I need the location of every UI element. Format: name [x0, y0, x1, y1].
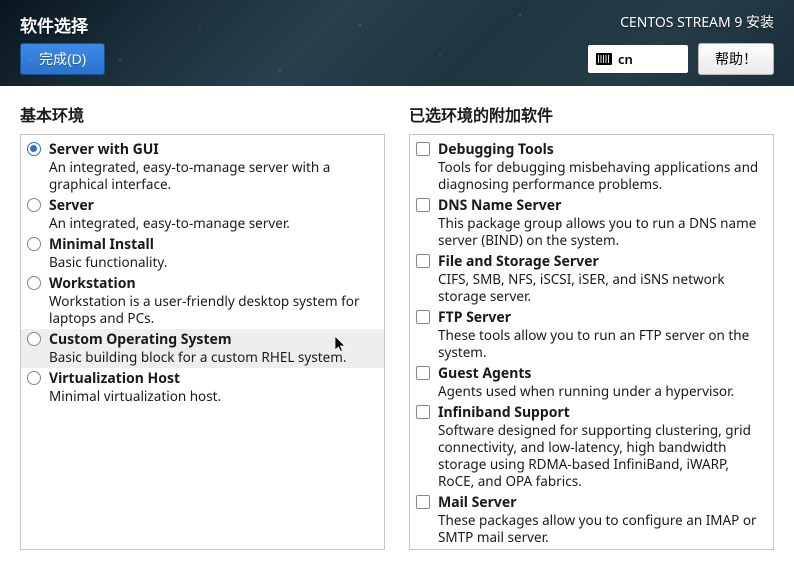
addon-option-debugging[interactable]: Debugging ToolsTools for debugging misbe… — [410, 139, 773, 195]
keyboard-layout-code: cn — [618, 50, 633, 68]
env-desc: Basic functionality. — [49, 254, 376, 271]
done-button[interactable]: 完成(D) — [20, 43, 105, 75]
env-option-minimal[interactable]: Minimal InstallBasic functionality. — [21, 234, 384, 273]
addon-title: File and Storage Server — [438, 253, 765, 271]
radio-server[interactable] — [27, 198, 41, 212]
env-option-server[interactable]: ServerAn integrated, easy-to-manage serv… — [21, 195, 384, 234]
page-title: 软件选择 — [20, 12, 88, 37]
env-option-server-gui[interactable]: Server with GUIAn integrated, easy-to-ma… — [21, 139, 384, 195]
env-title: Custom Operating System — [49, 331, 376, 349]
env-title: Workstation — [49, 275, 376, 293]
env-title: Minimal Install — [49, 236, 376, 254]
addon-option-dns[interactable]: DNS Name ServerThis package group allows… — [410, 195, 773, 251]
addons-title: 已选环境的附加软件 — [409, 102, 774, 126]
addon-desc: This package group allows you to run a D… — [438, 215, 765, 249]
installer-title: CENTOS STREAM 9 安装 — [620, 12, 774, 32]
radio-virt-host[interactable] — [27, 371, 41, 385]
addon-option-ftp[interactable]: FTP ServerThese tools allow you to run a… — [410, 307, 773, 363]
radio-custom[interactable] — [27, 332, 41, 346]
addon-desc: These tools allow you to run an FTP serv… — [438, 327, 765, 361]
env-desc: Workstation is a user-friendly desktop s… — [49, 293, 376, 327]
env-desc: Minimal virtualization host. — [49, 388, 376, 405]
addon-title: Debugging Tools — [438, 141, 765, 159]
base-environment-title: 基本环境 — [20, 102, 385, 126]
env-title: Virtualization Host — [49, 370, 376, 388]
env-title: Server with GUI — [49, 141, 376, 159]
radio-minimal[interactable] — [27, 237, 41, 251]
radio-workstation[interactable] — [27, 276, 41, 290]
env-title: Server — [49, 197, 376, 215]
checkbox-dns[interactable] — [416, 198, 430, 212]
addon-list[interactable]: Debugging ToolsTools for debugging misbe… — [409, 134, 774, 550]
env-desc: Basic building block for a custom RHEL s… — [49, 349, 376, 366]
checkbox-guest-agents[interactable] — [416, 366, 430, 380]
env-desc: An integrated, easy-to-manage server wit… — [49, 159, 376, 193]
checkbox-infiniband[interactable] — [416, 405, 430, 419]
addon-title: Infiniband Support — [438, 404, 765, 422]
addon-option-guest-agents[interactable]: Guest AgentsAgents used when running und… — [410, 363, 773, 402]
installer-header: 软件选择 CENTOS STREAM 9 安装 完成(D) cn 帮助！ — [0, 0, 794, 86]
radio-server-gui[interactable] — [27, 142, 41, 156]
addon-desc: Tools for debugging misbehaving applicat… — [438, 159, 765, 193]
base-environment-column: 基本环境 Server with GUIAn integrated, easy-… — [20, 102, 385, 577]
addon-option-infiniband[interactable]: Infiniband SupportSoftware designed for … — [410, 402, 773, 492]
checkbox-mail[interactable] — [416, 495, 430, 509]
addon-option-file-storage[interactable]: File and Storage ServerCIFS, SMB, NFS, i… — [410, 251, 773, 307]
checkbox-ftp[interactable] — [416, 310, 430, 324]
environment-list[interactable]: Server with GUIAn integrated, easy-to-ma… — [20, 134, 385, 550]
keyboard-layout-selector[interactable]: cn — [588, 45, 688, 73]
addon-title: Guest Agents — [438, 365, 765, 383]
env-option-virt-host[interactable]: Virtualization HostMinimal virtualizatio… — [21, 368, 384, 407]
addon-desc: CIFS, SMB, NFS, iSCSI, iSER, and iSNS ne… — [438, 271, 765, 305]
addon-option-mail[interactable]: Mail ServerThese packages allow you to c… — [410, 492, 773, 548]
addon-option-nfs-client[interactable]: Network File System Client — [410, 547, 773, 550]
addon-title: Network File System Client — [438, 549, 765, 550]
addon-title: DNS Name Server — [438, 197, 765, 215]
checkbox-debugging[interactable] — [416, 142, 430, 156]
env-desc: An integrated, easy-to-manage server. — [49, 215, 376, 232]
env-option-workstation[interactable]: WorkstationWorkstation is a user-friendl… — [21, 273, 384, 329]
env-option-custom[interactable]: Custom Operating SystemBasic building bl… — [21, 329, 384, 368]
checkbox-file-storage[interactable] — [416, 254, 430, 268]
addons-column: 已选环境的附加软件 Debugging ToolsTools for debug… — [409, 102, 774, 577]
help-button[interactable]: 帮助！ — [698, 43, 774, 75]
addon-desc: Software designed for supporting cluster… — [438, 422, 765, 490]
addon-title: FTP Server — [438, 309, 765, 327]
keyboard-icon — [596, 53, 612, 65]
addon-title: Mail Server — [438, 494, 765, 512]
addon-desc: Agents used when running under a hypervi… — [438, 383, 765, 400]
addon-desc: These packages allow you to configure an… — [438, 512, 765, 546]
